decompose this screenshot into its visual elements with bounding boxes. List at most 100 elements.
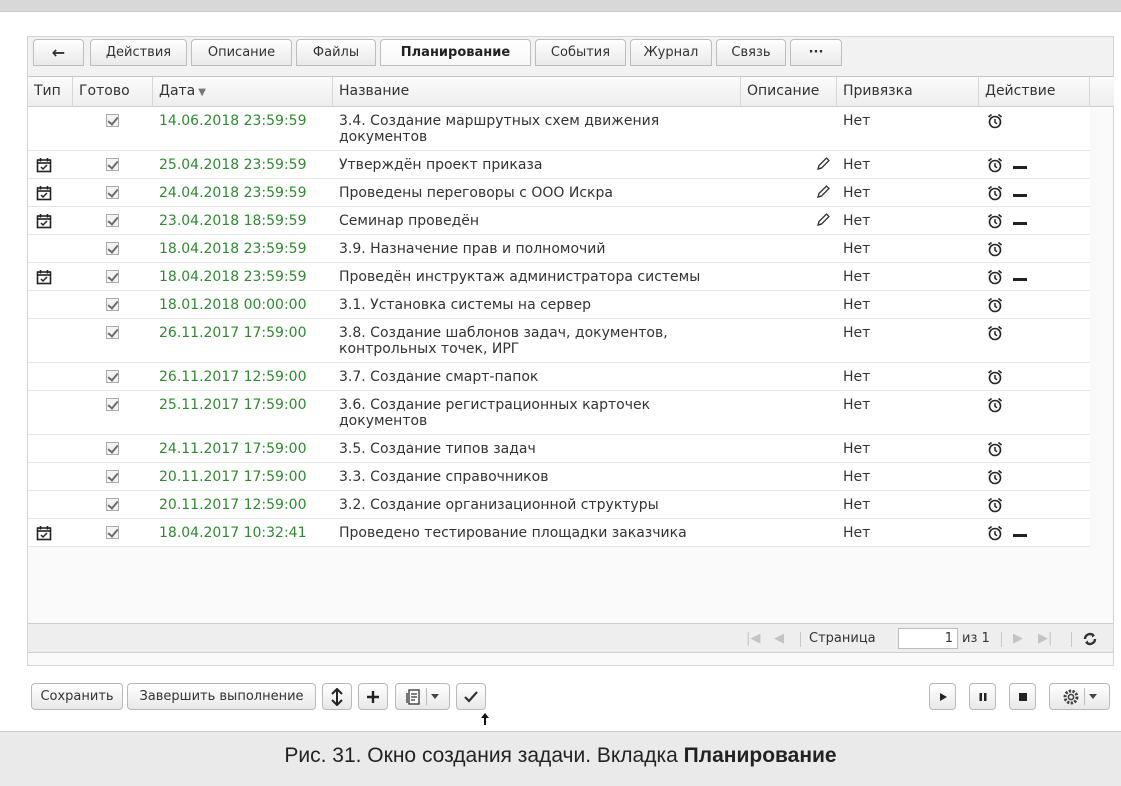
action-cell: [979, 491, 1090, 517]
alarm-clock-icon[interactable]: [987, 297, 1003, 317]
alarm-clock-icon[interactable]: [987, 325, 1003, 345]
done-checkbox[interactable]: [106, 270, 119, 283]
check-icon: [464, 690, 478, 703]
binding-cell: Нет: [843, 185, 871, 201]
alarm-clock-icon[interactable]: [987, 269, 1003, 289]
column-date[interactable]: Дата ▼: [153, 77, 333, 107]
done-checkbox[interactable]: [106, 526, 119, 539]
remove-icon[interactable]: [1013, 193, 1027, 197]
prev-page-icon[interactable]: ◀: [774, 624, 784, 653]
add-button[interactable]: [358, 683, 388, 710]
name-cell: 3.4. Создание маршрутных схем движения д…: [339, 113, 660, 145]
table-row[interactable]: 23.04.2018 18:59:59 Семинар проведён Нет: [28, 207, 1090, 235]
tab-description[interactable]: Описание: [191, 39, 292, 66]
pencil-icon[interactable]: [815, 212, 831, 232]
date-cell: 26.11.2017 12:59:00: [159, 369, 307, 385]
expand-vertical-icon: [331, 687, 343, 706]
binding-cell: Нет: [843, 113, 871, 129]
table-row[interactable]: 20.11.2017 17:59:00 3.3. Создание справоч…: [28, 463, 1090, 491]
tab-back[interactable]: ←: [33, 39, 84, 66]
done-checkbox[interactable]: [106, 114, 119, 127]
alarm-clock-icon[interactable]: [987, 441, 1003, 461]
tab-journal[interactable]: Журнал: [630, 39, 712, 66]
alarm-clock-icon[interactable]: [987, 369, 1003, 389]
tab-events[interactable]: События: [535, 39, 626, 66]
done-checkbox[interactable]: [106, 442, 119, 455]
table-row[interactable]: 18.04.2018 23:59:59 3.9. Назначение прав …: [28, 235, 1090, 263]
column-binding[interactable]: Привязка: [837, 77, 979, 107]
first-page-icon[interactable]: |◀: [746, 624, 760, 653]
done-checkbox[interactable]: [106, 298, 119, 311]
tab-more[interactable]: ···: [790, 39, 842, 66]
expand-collapse-button[interactable]: [322, 683, 352, 710]
done-checkbox[interactable]: [106, 326, 119, 339]
alarm-clock-icon[interactable]: [987, 525, 1003, 545]
save-button[interactable]: Сохранить: [31, 683, 123, 710]
column-description[interactable]: Описание: [741, 77, 837, 107]
process-settings-button[interactable]: [1049, 683, 1110, 710]
page-label: Страница: [809, 631, 876, 646]
tab-actions[interactable]: Действия: [90, 39, 187, 66]
task-type-cell: [28, 319, 73, 325]
date-cell: 20.11.2017 17:59:00: [159, 469, 307, 485]
alarm-clock-icon[interactable]: [987, 241, 1003, 261]
description-cell: [741, 463, 837, 469]
confirm-button[interactable]: [456, 683, 486, 710]
table-row[interactable]: 24.11.2017 17:59:00 3.5. Создание типов з…: [28, 435, 1090, 463]
alarm-clock-icon[interactable]: [987, 213, 1003, 233]
template-menu-button[interactable]: [395, 683, 450, 710]
page-number-input[interactable]: [898, 628, 958, 649]
pencil-icon[interactable]: [815, 156, 831, 176]
last-page-icon[interactable]: ▶|: [1038, 624, 1052, 653]
pause-button[interactable]: [969, 683, 996, 710]
refresh-icon[interactable]: [1082, 631, 1098, 647]
column-action[interactable]: Действие: [979, 77, 1090, 107]
column-name[interactable]: Название: [333, 77, 741, 107]
alarm-clock-icon[interactable]: [987, 397, 1003, 417]
done-checkbox[interactable]: [106, 498, 119, 511]
play-button[interactable]: [929, 683, 956, 710]
pencil-icon[interactable]: [815, 184, 831, 204]
table-row[interactable]: 18.01.2018 00:00:00 3.1. Установка систем…: [28, 291, 1090, 319]
done-checkbox[interactable]: [106, 214, 119, 227]
done-checkbox[interactable]: [106, 186, 119, 199]
alarm-clock-icon[interactable]: [987, 157, 1003, 177]
chevron-down-icon: [1089, 694, 1097, 699]
remove-icon[interactable]: [1013, 165, 1027, 169]
table-row[interactable]: 26.11.2017 17:59:00 3.8. Создание шаблоно…: [28, 319, 1090, 363]
done-checkbox[interactable]: [106, 370, 119, 383]
tab-files[interactable]: Файлы: [296, 39, 376, 66]
alarm-clock-icon[interactable]: [987, 497, 1003, 517]
table-row[interactable]: 14.06.2018 23:59:59 3.4. Создание маршрут…: [28, 107, 1090, 151]
done-checkbox[interactable]: [106, 470, 119, 483]
done-checkbox[interactable]: [106, 242, 119, 255]
table-row[interactable]: 25.11.2017 17:59:00 3.6. Создание регистр…: [28, 391, 1090, 435]
stop-button[interactable]: [1009, 683, 1036, 710]
complete-execution-button[interactable]: Завершить выполнение: [127, 683, 316, 710]
alarm-clock-icon[interactable]: [987, 469, 1003, 489]
table-row[interactable]: 18.04.2017 10:32:41 Проведено тестировани…: [28, 519, 1090, 547]
remove-icon[interactable]: [1013, 277, 1027, 281]
column-type[interactable]: Тип: [28, 77, 73, 107]
tab-link[interactable]: Связь: [716, 39, 786, 66]
table-row[interactable]: 18.04.2018 23:59:59 Проведён инструктаж а…: [28, 263, 1090, 291]
binding-cell: Нет: [843, 213, 871, 229]
document-list-icon: [406, 688, 420, 705]
task-window: ← Действия Описание Файлы Планирование С…: [27, 36, 1114, 666]
remove-icon[interactable]: [1013, 221, 1027, 225]
table-row[interactable]: 24.04.2018 23:59:59 Проведены переговоры …: [28, 179, 1090, 207]
table-row[interactable]: 26.11.2017 12:59:00 3.7. Создание смарт-п…: [28, 363, 1090, 391]
action-cell: [979, 263, 1090, 289]
task-type-cell: [28, 291, 73, 297]
remove-icon[interactable]: [1013, 533, 1027, 537]
done-cell: [73, 319, 153, 341]
tab-planning[interactable]: Планирование: [380, 39, 531, 66]
table-row[interactable]: 25.04.2018 23:59:59 Утверждён проект прик…: [28, 151, 1090, 179]
next-page-icon[interactable]: ▶: [1013, 624, 1023, 653]
alarm-clock-icon[interactable]: [987, 185, 1003, 205]
alarm-clock-icon[interactable]: [987, 113, 1003, 133]
column-done[interactable]: Готово: [73, 77, 153, 107]
done-checkbox[interactable]: [106, 398, 119, 411]
table-row[interactable]: 20.11.2017 12:59:00 3.2. Создание организ…: [28, 491, 1090, 519]
done-checkbox[interactable]: [106, 158, 119, 171]
